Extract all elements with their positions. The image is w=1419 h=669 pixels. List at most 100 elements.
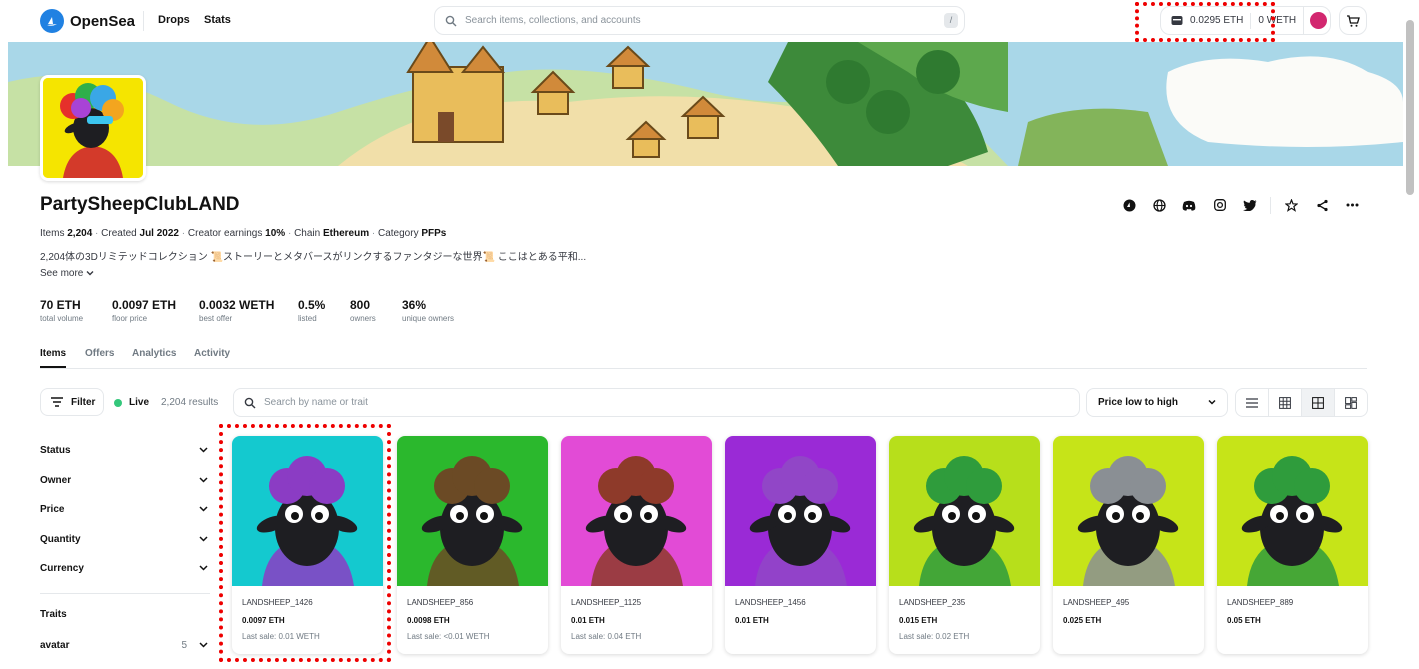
- nft-card[interactable]: LANDSHEEP_1456 0.01 ETH: [725, 436, 876, 654]
- discord-icon[interactable]: [1181, 197, 1197, 213]
- brand-name: OpenSea: [70, 12, 136, 30]
- collection-title: PartySheepClubLAND: [40, 194, 240, 215]
- tab-analytics[interactable]: Analytics: [132, 348, 176, 359]
- items-value: 2,204: [67, 228, 93, 239]
- sort-dropdown[interactable]: Price low to high: [1086, 388, 1228, 417]
- chevron-down-icon: [199, 506, 208, 512]
- filter-price[interactable]: Price: [40, 502, 208, 516]
- nft-price: 0.01 ETH: [735, 616, 769, 625]
- global-search-placeholder: Search items, collections, and accounts: [465, 15, 641, 26]
- filter-icon: [51, 397, 63, 407]
- chevron-down-icon: [199, 447, 208, 453]
- nft-card[interactable]: LANDSHEEP_495 0.025 ETH: [1053, 436, 1204, 654]
- nft-card[interactable]: LANDSHEEP_889 0.05 ETH: [1217, 436, 1368, 654]
- item-search-input[interactable]: Search by name or trait: [233, 388, 1080, 417]
- sort-label: Price low to high: [1098, 397, 1179, 408]
- tab-activity[interactable]: Activity: [194, 348, 230, 359]
- see-more-label: See more: [40, 268, 84, 279]
- tab-items[interactable]: Items: [40, 348, 66, 359]
- chevron-down-icon: [199, 477, 208, 483]
- nft-price: 0.05 ETH: [1227, 616, 1261, 625]
- weth-balance: 0 WETH: [1258, 15, 1297, 26]
- nft-card[interactable]: LANDSHEEP_1125 0.01 ETH Last sale: 0.04 …: [561, 436, 712, 654]
- list-view-button[interactable]: [1236, 389, 1269, 416]
- nft-card[interactable]: LANDSHEEP_856 0.0098 ETH Last sale: <0.0…: [397, 436, 548, 654]
- chevron-down-icon: [1208, 399, 1216, 405]
- mosaic-view-button[interactable]: [1335, 389, 1367, 416]
- items-label: Items: [40, 228, 65, 239]
- opensea-logo[interactable]: OpenSea: [40, 9, 135, 33]
- earnings-value: 10%: [265, 228, 286, 239]
- banner-illustration: [8, 42, 1403, 166]
- website-globe-icon[interactable]: [1151, 197, 1167, 213]
- collection-avatar: [40, 75, 146, 181]
- mosaic-view-icon: [1345, 396, 1357, 409]
- eth-balance: 0.0295 ETH: [1190, 15, 1244, 26]
- twitter-icon[interactable]: [1242, 197, 1258, 213]
- more-options-icon[interactable]: [1344, 197, 1360, 213]
- nft-image: [561, 436, 712, 586]
- nft-image: [1053, 436, 1204, 586]
- wallet-balance-button[interactable]: 0.0295 ETH 0 WETH: [1160, 6, 1331, 35]
- filter-quantity[interactable]: Quantity: [40, 532, 208, 546]
- traits-heading: Traits: [40, 608, 67, 620]
- nav-divider: [143, 11, 144, 31]
- trait-avatar[interactable]: avatar 5: [40, 638, 208, 652]
- nft-last-sale: Last sale: 0.04 ETH: [571, 632, 642, 641]
- compact-grid-view-button[interactable]: [1269, 389, 1302, 416]
- nft-name: LANDSHEEP_889: [1227, 598, 1294, 607]
- nft-last-sale: Last sale: <0.01 WETH: [407, 632, 490, 641]
- stat-listed: 0.5% listed: [298, 298, 326, 323]
- page-scrollbar[interactable]: [1406, 20, 1414, 195]
- instagram-icon[interactable]: [1212, 197, 1228, 213]
- nft-last-sale: Last sale: 0.02 ETH: [899, 632, 970, 641]
- global-search-input[interactable]: Search items, collections, and accounts …: [434, 6, 965, 35]
- collection-description: 2,204体の3Dリミテッドコレクション 📜ストーリーとメタバースがリンクするフ…: [40, 252, 587, 263]
- stat-total-volume: 70 ETH total volume: [40, 298, 84, 323]
- wallet-divider-2: [1303, 7, 1305, 34]
- compact-grid-icon: [1279, 396, 1291, 409]
- top-navbar: OpenSea Drops Stats Search items, collec…: [0, 0, 1419, 42]
- earnings-label: Creator earnings: [187, 228, 263, 239]
- active-tab-indicator: [40, 366, 66, 368]
- nft-image: [725, 436, 876, 586]
- filter-status[interactable]: Status: [40, 443, 208, 457]
- opensea-link-icon[interactable]: [1121, 197, 1137, 213]
- stat-unique-owners: 36% unique owners: [402, 298, 455, 323]
- nav-drops[interactable]: Drops: [158, 14, 190, 26]
- nft-card[interactable]: LANDSHEEP_235 0.015 ETH Last sale: 0.02 …: [889, 436, 1040, 654]
- sidebar-divider: [40, 593, 210, 594]
- nft-last-sale: Last sale: 0.01 WETH: [242, 632, 320, 641]
- nft-price: 0.01 ETH: [571, 616, 605, 625]
- nft-name: LANDSHEEP_1456: [735, 598, 806, 607]
- see-more-button[interactable]: See more: [40, 268, 94, 279]
- tab-offers[interactable]: Offers: [85, 348, 114, 359]
- nft-price: 0.015 ETH: [899, 616, 938, 625]
- nft-card[interactable]: LANDSHEEP_1426 0.0097 ETH Last sale: 0.0…: [232, 436, 383, 654]
- filter-button[interactable]: Filter: [40, 388, 104, 416]
- sheep-avatar-image: [43, 78, 143, 178]
- cart-button[interactable]: [1339, 6, 1367, 35]
- nft-price: 0.0098 ETH: [407, 616, 450, 625]
- chain-label: Chain: [294, 228, 321, 239]
- chevron-down-icon: [199, 642, 208, 648]
- stat-owners: 800 owners: [350, 298, 376, 323]
- grid-view-button[interactable]: [1302, 389, 1335, 416]
- chevron-down-icon: [86, 271, 94, 276]
- profile-avatar[interactable]: [1310, 12, 1328, 29]
- nft-price: 0.0097 ETH: [242, 616, 285, 625]
- chain-value: Ethereum: [322, 228, 370, 239]
- search-icon: [244, 397, 256, 408]
- filter-currency[interactable]: Currency: [40, 561, 208, 575]
- nav-stats[interactable]: Stats: [204, 14, 231, 26]
- search-shortcut-key: /: [944, 13, 958, 28]
- watchlist-star-icon[interactable]: [1283, 197, 1299, 213]
- nft-name: LANDSHEEP_1426: [242, 598, 313, 607]
- grid-view-icon: [1312, 396, 1324, 409]
- filter-owner[interactable]: Owner: [40, 473, 208, 487]
- nft-name: LANDSHEEP_1125: [571, 598, 642, 607]
- cart-icon: [1347, 14, 1360, 27]
- category-value: PFPs: [421, 228, 447, 239]
- tabs-divider: [40, 368, 1367, 369]
- share-icon[interactable]: [1314, 197, 1330, 213]
